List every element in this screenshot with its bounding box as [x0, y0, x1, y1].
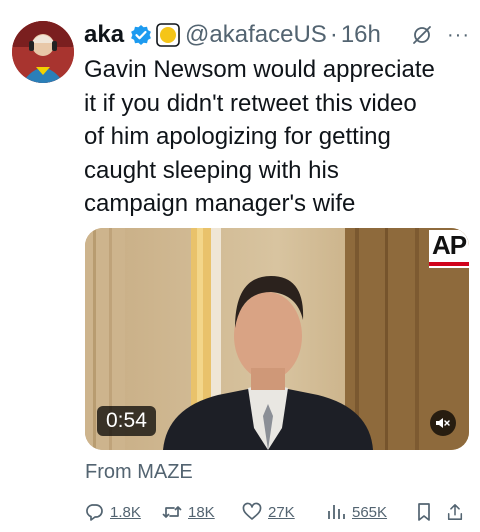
video-player[interactable]: AP 0:54 — [85, 228, 469, 450]
grok-icon[interactable] — [411, 24, 433, 46]
ap-logo: AP — [429, 230, 469, 268]
tweet-header: aka @akafaceUS · 16h ··· — [84, 19, 470, 51]
affiliation-badge-icon[interactable] — [156, 23, 180, 47]
share-button[interactable] — [446, 502, 470, 522]
author-name[interactable]: aka — [84, 21, 124, 49]
views-count: 565K — [352, 503, 388, 521]
media-source[interactable]: From MAZE — [85, 461, 193, 484]
like-button[interactable]: 27K — [242, 502, 326, 522]
mute-icon — [436, 418, 450, 428]
bookmark-icon — [418, 503, 430, 521]
reply-button[interactable]: 1.8K — [84, 502, 162, 522]
reply-count: 1.8K — [110, 503, 141, 521]
more-icon[interactable]: ··· — [447, 24, 470, 47]
tweet-text: Gavin Newsom would appreciate it if you … — [84, 56, 435, 217]
video-duration: 0:54 — [97, 406, 156, 436]
like-icon — [242, 502, 262, 520]
like-count: 27K — [268, 503, 295, 521]
views-button[interactable]: 565K — [326, 502, 414, 522]
retweet-count: 18K — [188, 503, 215, 521]
author-handle[interactable]: @akafaceUS — [185, 21, 327, 49]
action-bar: 1.8K 18K 27K 565K — [84, 498, 470, 526]
bookmark-button[interactable] — [414, 502, 446, 522]
tweet-timestamp[interactable]: 16h — [341, 21, 381, 49]
reply-icon — [86, 504, 103, 521]
separator-dot: · — [329, 21, 338, 48]
retweet-icon — [162, 506, 182, 518]
mute-button[interactable] — [430, 410, 456, 436]
retweet-button[interactable]: 18K — [162, 502, 242, 522]
share-icon — [447, 504, 463, 520]
ap-logo-text: AP — [431, 230, 467, 260]
verified-badge-icon — [130, 24, 152, 46]
ap-logo-bar — [429, 262, 469, 266]
views-icon — [328, 505, 345, 519]
author-avatar[interactable] — [12, 21, 74, 83]
